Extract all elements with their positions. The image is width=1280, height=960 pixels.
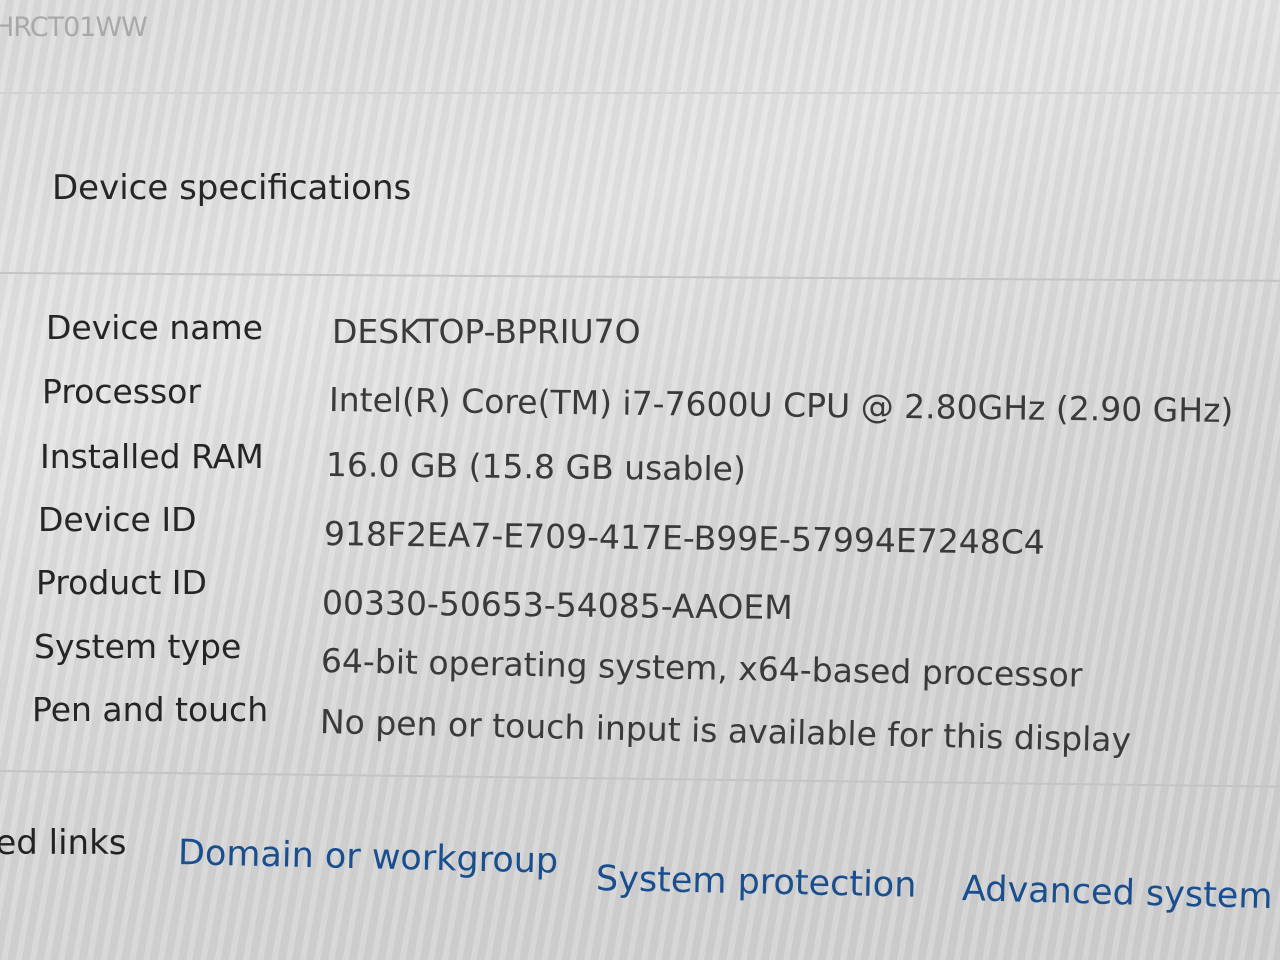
spec-label: System type: [34, 627, 242, 666]
related-links-title-text: ted links: [0, 823, 127, 863]
spec-value[interactable]: DESKTOP-BPRIU7O: [332, 312, 641, 351]
spec-value[interactable]: 00330-50653-54085-AAOEM: [322, 583, 793, 627]
spec-row-system-type: System type 64-bit operating system, x64…: [0, 627, 1280, 695]
spec-value[interactable]: 16.0 GB (15.8 GB usable): [326, 445, 746, 488]
spec-label: Pen and touch: [32, 690, 269, 729]
advanced-system-settings-link[interactable]: Advanced system s: [961, 869, 1280, 918]
settings-screen: HRCT01WW Device specifications Device na…: [0, 0, 1280, 960]
spec-label: Processor: [42, 372, 201, 411]
domain-or-workgroup-link[interactable]: Domain or workgroup: [178, 833, 559, 882]
related-links-title: ted links: [0, 823, 126, 863]
spec-row-device-name: Device name DESKTOP-BPRIU7O: [0, 308, 1280, 358]
spec-label: Installed RAM: [40, 437, 264, 476]
spec-value[interactable]: 64-bit operating system, x64-based proce…: [321, 641, 1083, 695]
spec-label: Product ID: [36, 563, 207, 602]
spec-row-product-id: Product ID 00330-50653-54085-AAOEM: [0, 563, 1280, 627]
spec-value[interactable]: No pen or touch input is available for t…: [320, 702, 1132, 759]
spec-label: Device ID: [38, 500, 197, 539]
system-protection-link[interactable]: System protection: [596, 859, 917, 906]
related-links-section: ted links Domain or workgroup System pro…: [0, 815, 1280, 960]
spec-label: Device name: [46, 308, 263, 347]
spec-row-processor: Processor Intel(R) Core(TM) i7-7600U CPU…: [0, 372, 1280, 430]
spec-row-pen-and-touch: Pen and touch No pen or touch input is a…: [0, 690, 1280, 759]
spec-row-device-id: Device ID 918F2EA7-E709-417E-B99E-57994E…: [0, 500, 1280, 562]
spec-value[interactable]: 918F2EA7-E709-417E-B99E-57994E7248C4: [324, 514, 1045, 562]
spec-value[interactable]: Intel(R) Core(TM) i7-7600U CPU @ 2.80GHz…: [329, 380, 1234, 430]
spec-row-installed-ram: Installed RAM 16.0 GB (15.8 GB usable): [0, 437, 1280, 488]
